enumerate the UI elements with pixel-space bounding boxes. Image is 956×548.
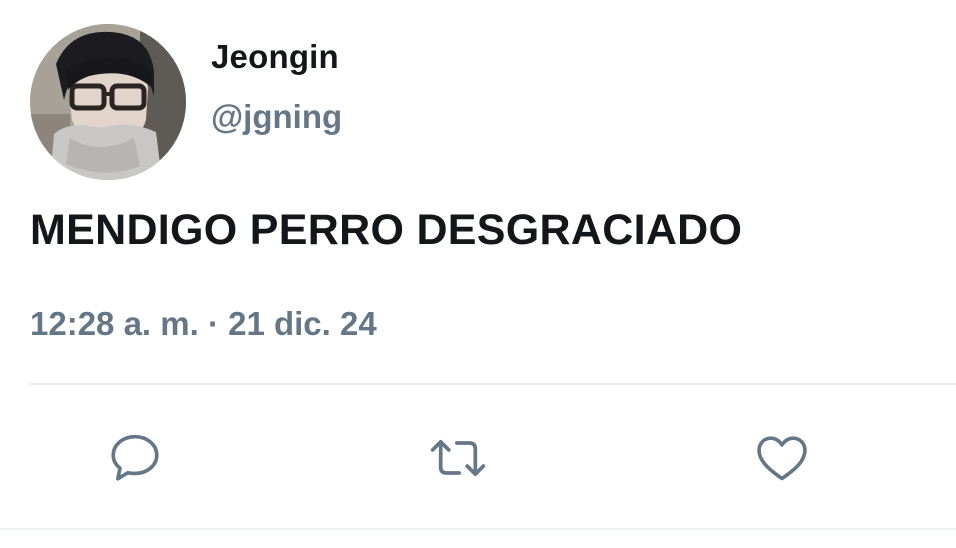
display-name[interactable]: Jeongin [211,38,339,76]
divider [30,383,956,385]
reply-button[interactable] [105,428,165,488]
profile-photo-icon [30,24,186,180]
tweet-text: MENDIGO PERRO DESGRACIADO [30,206,743,254]
like-button[interactable] [752,428,812,488]
comment-icon [111,434,159,481]
bottom-divider [0,528,956,530]
heart-icon [757,436,807,481]
user-handle[interactable]: @jgning [211,98,342,136]
retweet-button[interactable] [428,428,488,488]
tweet-card: Jeongin @jgning MENDIGO PERRO DESGRACIAD… [0,0,956,548]
tweet-timestamp[interactable]: 12:28 a. m. · 21 dic. 24 [30,305,377,343]
avatar[interactable] [30,24,186,180]
retweet-icon [430,440,486,477]
